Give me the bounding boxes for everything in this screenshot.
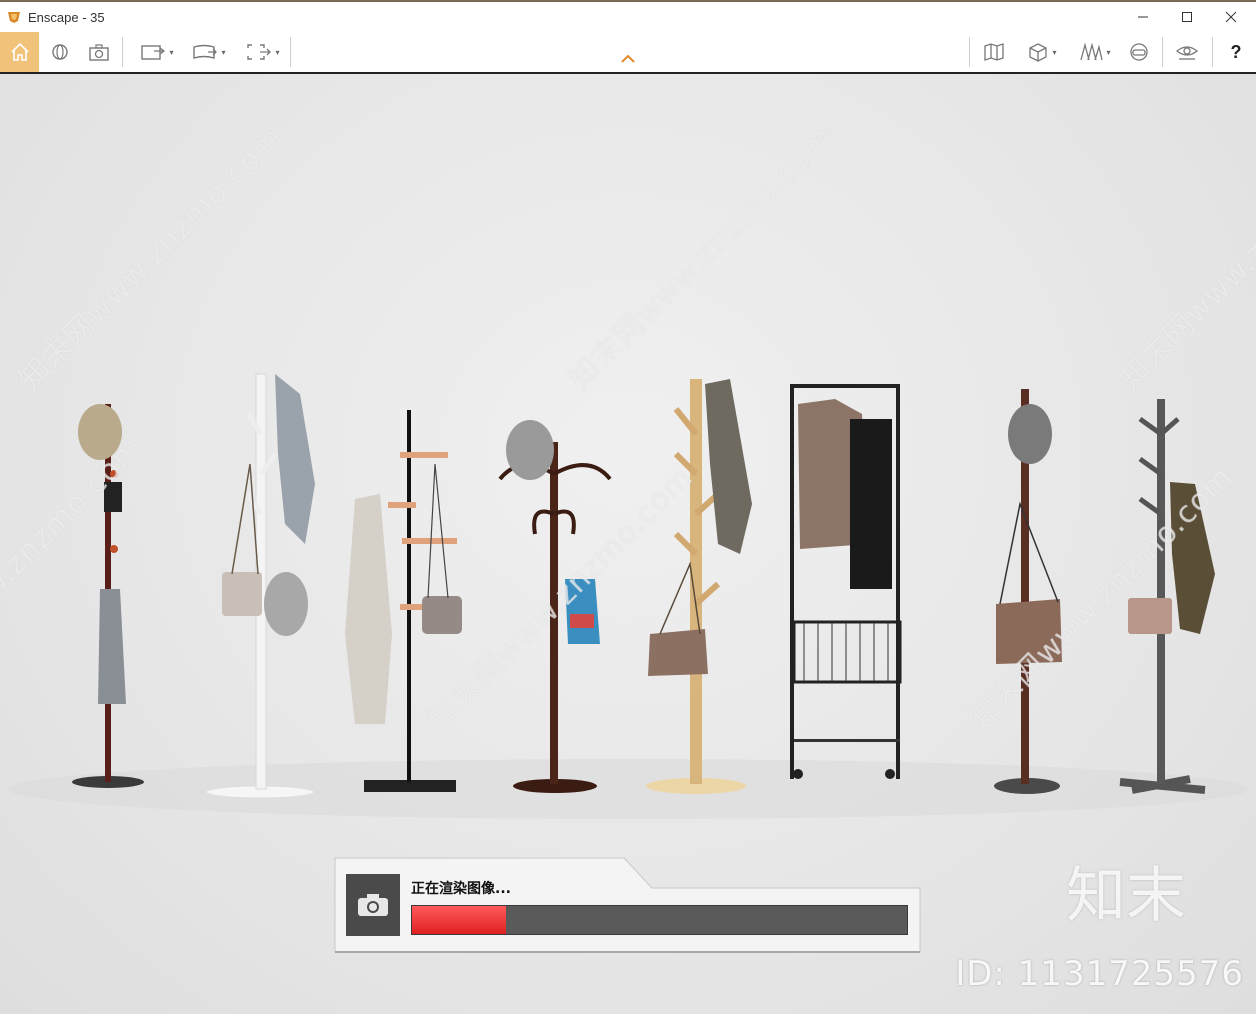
camera-icon bbox=[358, 894, 388, 916]
map-button[interactable] bbox=[978, 32, 1010, 72]
home-icon bbox=[10, 42, 29, 61]
camera-button bbox=[346, 874, 400, 936]
chevron-down-icon: ▾ bbox=[1106, 47, 1111, 57]
collapse-toolbar-button[interactable] bbox=[616, 46, 640, 72]
chevron-down-icon: ▾ bbox=[1052, 47, 1057, 57]
maximize-icon bbox=[1182, 12, 1192, 22]
toolbar-separator bbox=[1162, 37, 1163, 67]
enscape-logo-icon bbox=[8, 12, 20, 23]
toolbar-separator bbox=[290, 37, 291, 67]
coat-rack-8 bbox=[1119, 399, 1215, 794]
asset-library-button[interactable]: ▾ bbox=[1018, 32, 1066, 72]
coat-rack-6 bbox=[790, 384, 902, 779]
chevron-up-icon bbox=[621, 54, 635, 63]
image-id-label: ID: 1131725576 bbox=[955, 954, 1244, 994]
asset-library-icon bbox=[1029, 43, 1048, 62]
video-editor-button[interactable]: ▾ bbox=[134, 32, 180, 72]
render-progress-dialog: 正在渲染图像... bbox=[334, 857, 921, 953]
vr-headset-icon bbox=[1130, 43, 1148, 61]
home-button[interactable] bbox=[0, 32, 39, 72]
screenshot-button[interactable] bbox=[84, 32, 114, 72]
coat-rack-2 bbox=[205, 373, 315, 799]
coat-rack-7 bbox=[994, 389, 1062, 794]
render-progress-bar bbox=[411, 905, 908, 935]
close-button[interactable] bbox=[1206, 2, 1256, 32]
minimize-button[interactable] bbox=[1118, 2, 1168, 32]
batch-render-button[interactable]: ▾ bbox=[240, 32, 286, 72]
panorama-icon bbox=[193, 44, 218, 59]
help-button[interactable]: ? bbox=[1220, 32, 1252, 72]
title-bar: Enscape - 35 bbox=[0, 0, 1256, 32]
toolbar: ▾ ▾ ▾ ▾ ▾ ? bbox=[0, 32, 1256, 74]
orbit-button[interactable] bbox=[44, 32, 76, 72]
vr-headset-button[interactable] bbox=[1124, 32, 1154, 72]
brand-watermark: 知末 bbox=[1066, 861, 1186, 931]
video-editor-icon bbox=[141, 45, 166, 60]
render-progress-fill bbox=[412, 906, 507, 934]
screenshot-icon bbox=[89, 44, 109, 61]
visual-settings-icon bbox=[1175, 46, 1199, 60]
chevron-down-icon: ▾ bbox=[221, 47, 226, 57]
visual-settings-button[interactable] bbox=[1170, 32, 1204, 72]
maximize-button[interactable] bbox=[1162, 2, 1212, 32]
orbit-icon bbox=[52, 44, 68, 60]
map-icon bbox=[984, 43, 1004, 61]
views-button[interactable]: ▾ bbox=[1072, 32, 1118, 72]
help-label: ? bbox=[1230, 41, 1242, 62]
coat-rack-5 bbox=[646, 379, 752, 794]
minimize-icon bbox=[1138, 16, 1148, 18]
window-title: Enscape - 35 bbox=[28, 10, 105, 25]
close-icon bbox=[1225, 11, 1237, 23]
chevron-down-icon: ▾ bbox=[275, 47, 280, 57]
render-status-text: 正在渲染图像... bbox=[411, 881, 511, 897]
panorama-button[interactable]: ▾ bbox=[186, 32, 232, 72]
batch-render-icon bbox=[247, 44, 272, 60]
toolbar-separator bbox=[969, 37, 970, 67]
toolbar-separator bbox=[122, 37, 123, 67]
views-icon bbox=[1080, 42, 1104, 61]
toolbar-separator bbox=[1212, 37, 1213, 67]
chevron-down-icon: ▾ bbox=[169, 47, 174, 57]
